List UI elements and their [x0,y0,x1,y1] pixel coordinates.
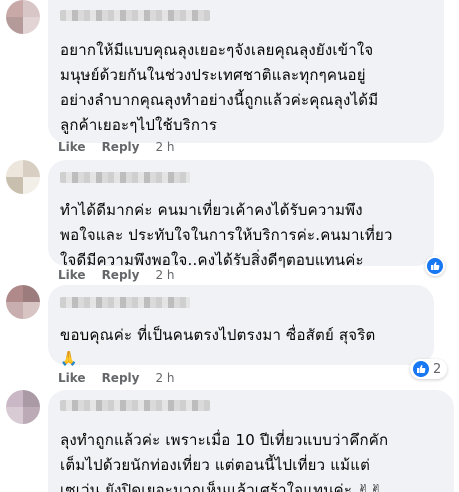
timestamp[interactable]: 2 h [155,371,174,385]
comment-bubble: ขอบคุณค่ะ ที่เป็นคนตรงไปตรงมา ซื่อสัตย์ … [48,285,434,367]
avatar[interactable] [6,0,40,34]
blurred-commenter-name[interactable] [60,10,210,21]
comment-actions: Like Reply 2 h [58,371,175,385]
comment-text: ลุงทำถูกแล้วค่ะ เพราะเมื่อ 10 ปีเที่ยวแบ… [60,431,389,492]
comment-bubble: ทำได้ดีมากค่ะ คนมาเที่ยวเค้าคงได้รับความ… [48,160,434,269]
reaction-count: 2 [433,361,442,377]
comment-bubble: อยากให้มีแบบคุณลุงเยอะๆจังเลยคุณลุงยังเข… [48,0,444,143]
comment-bubble: ลุงทำถูกแล้วค่ะ เพราะเมื่อ 10 ปีเที่ยวแบ… [48,390,454,492]
comment-text: ทำได้ดีมากค่ะ คนมาเที่ยวเค้าคงได้รับความ… [60,201,393,269]
blurred-commenter-name[interactable] [60,400,210,411]
comment-actions: Like Reply 2 h [58,268,175,282]
like-button[interactable]: Like [58,268,86,282]
like-button[interactable]: Like [58,371,86,385]
like-button[interactable]: Like [58,140,86,154]
comment-actions: Like Reply 2 h [58,140,175,154]
reaction-badge[interactable] [425,256,445,276]
timestamp[interactable]: 2 h [155,268,174,282]
reaction-badge[interactable]: 2 [410,359,448,379]
avatar[interactable] [6,285,40,319]
reply-button[interactable]: Reply [102,371,140,385]
timestamp[interactable]: 2 h [155,140,174,154]
like-reaction-icon [427,258,443,274]
blurred-commenter-name[interactable] [60,172,190,183]
pray-emoji-icon: 🙏 [60,351,78,367]
reply-button[interactable]: Reply [102,140,140,154]
comment-text: อยากให้มีแบบคุณลุงเยอะๆจังเลยคุณลุงยังเข… [60,41,379,134]
reply-button[interactable]: Reply [102,268,140,282]
comment-text: ขอบคุณค่ะ ที่เป็นคนตรงไปตรงมา ซื่อสัตย์ … [60,326,376,344]
like-reaction-icon [413,361,429,377]
avatar[interactable] [6,160,40,194]
avatar[interactable] [6,390,40,424]
blurred-commenter-name[interactable] [60,297,190,308]
